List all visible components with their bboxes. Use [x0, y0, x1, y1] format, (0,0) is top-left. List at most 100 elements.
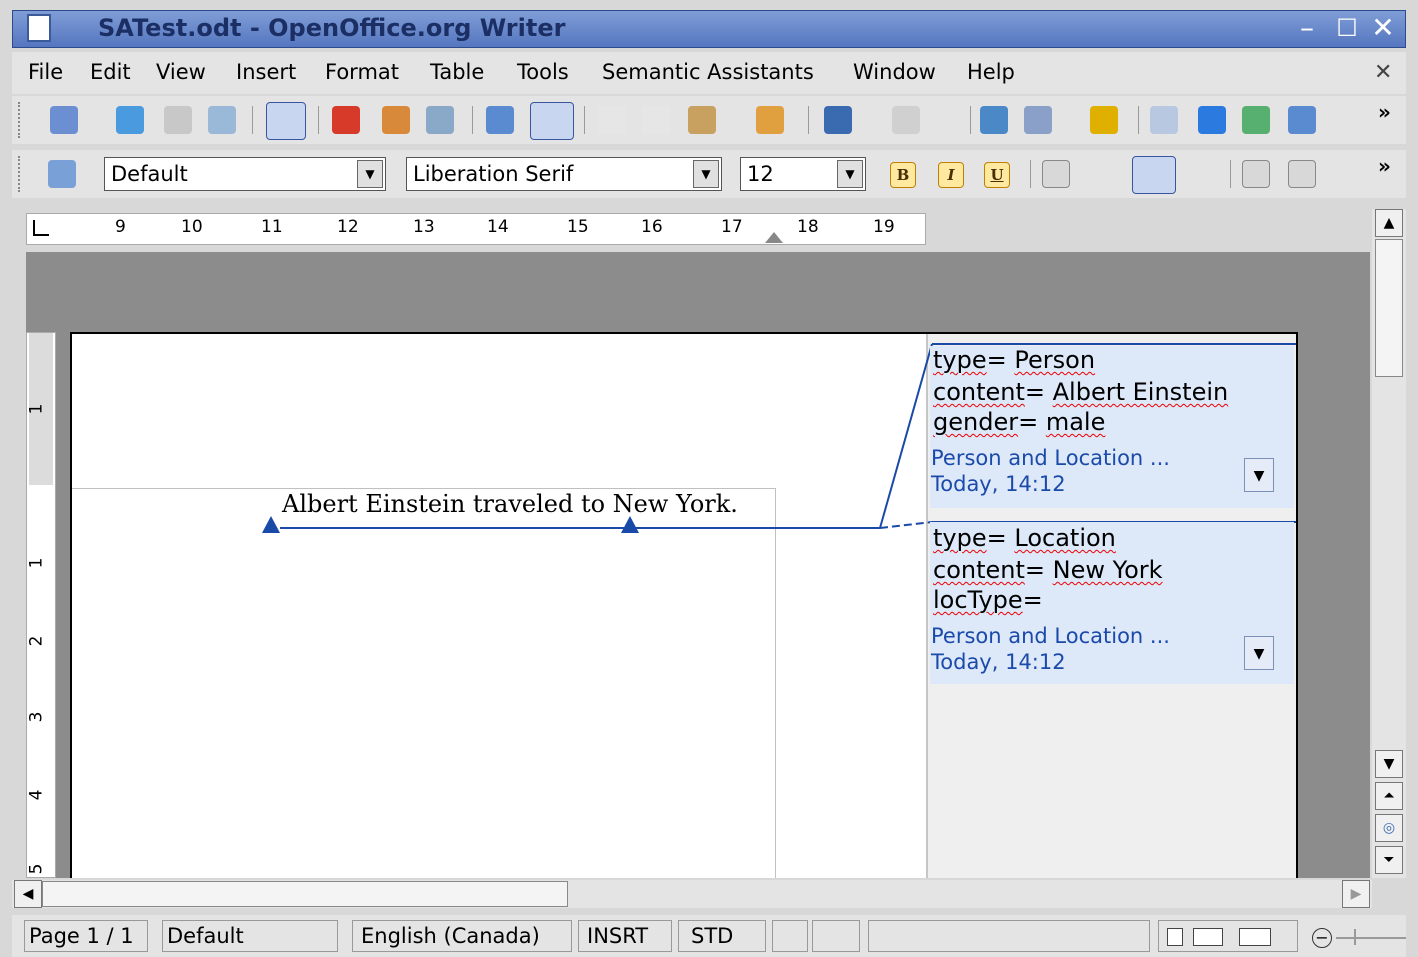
- ruler-number: 14: [487, 217, 509, 237]
- toolbar-separator: [808, 106, 809, 134]
- justify-icon[interactable]: [1184, 160, 1212, 188]
- edit-file-icon[interactable]: [266, 102, 306, 140]
- tab-stop-icon[interactable]: [33, 220, 49, 236]
- paste-icon[interactable]: [688, 106, 716, 134]
- page-preview-icon[interactable]: [426, 106, 454, 134]
- align-right-icon[interactable]: [1132, 156, 1176, 194]
- single-page-view-icon[interactable]: [1167, 928, 1183, 946]
- comment-menu-button[interactable]: ▼: [1244, 636, 1274, 670]
- find-replace-icon[interactable]: [1150, 106, 1178, 134]
- menu-semantic-assistants[interactable]: Semantic Assistants: [602, 60, 814, 84]
- close-document-icon[interactable]: ✕: [1374, 60, 1392, 85]
- chevron-down-icon[interactable]: ▼: [693, 160, 719, 188]
- menu-view[interactable]: View: [156, 60, 206, 84]
- menu-table[interactable]: Table: [430, 60, 484, 84]
- save-icon[interactable]: [164, 106, 192, 134]
- close-window-button[interactable]: ✕: [1367, 13, 1399, 43]
- menu-file[interactable]: File: [28, 60, 63, 84]
- vertical-scrollbar[interactable]: ▲ ▼ ⏶ ◎ ⏷: [1372, 209, 1406, 878]
- menu-format[interactable]: Format: [325, 60, 399, 84]
- view-layout[interactable]: [1158, 920, 1298, 952]
- right-indent-marker-icon[interactable]: [765, 232, 783, 243]
- chevron-down-icon[interactable]: ▼: [357, 160, 383, 188]
- previous-page-icon[interactable]: ⏶: [1375, 782, 1403, 810]
- navigation-icon[interactable]: ◎: [1375, 814, 1403, 842]
- italic-button[interactable]: I: [938, 162, 964, 188]
- toolbar-grip[interactable]: [18, 102, 26, 138]
- hyperlink-icon[interactable]: [980, 106, 1008, 134]
- zoom-out-icon[interactable]: −: [1312, 928, 1332, 948]
- align-left-icon[interactable]: [1042, 160, 1070, 188]
- spellcheck-icon[interactable]: [486, 106, 514, 134]
- comment-author: Person and Location ...: [931, 446, 1170, 470]
- show-draw-functions-icon[interactable]: [1090, 106, 1118, 134]
- toolbar-overflow-icon[interactable]: »: [1378, 154, 1391, 178]
- comment-line: content= New York: [933, 556, 1163, 584]
- window-title: SATest.odt - OpenOffice.org Writer: [98, 14, 566, 42]
- zoom-slider[interactable]: [1336, 937, 1406, 939]
- maximize-button[interactable]: ☐: [1331, 13, 1363, 43]
- table-icon[interactable]: [1024, 106, 1052, 134]
- comment-date: Today, 14:12: [931, 472, 1066, 496]
- bullets-icon[interactable]: [1288, 160, 1316, 188]
- ruler-number: 16: [641, 217, 663, 237]
- toolbar-grip[interactable]: [18, 156, 26, 192]
- next-page-icon[interactable]: ⏷: [1375, 846, 1403, 874]
- scrollbar-thumb[interactable]: [1375, 239, 1403, 377]
- copy-icon[interactable]: [642, 106, 670, 134]
- font-name-combo[interactable]: Liberation Serif ▼: [406, 157, 722, 191]
- cut-icon[interactable]: [598, 106, 626, 134]
- selection-mode[interactable]: STD: [678, 920, 766, 952]
- multi-page-view-icon[interactable]: [1193, 928, 1223, 946]
- page-indicator[interactable]: Page 1 / 1: [24, 920, 148, 952]
- menu-edit[interactable]: Edit: [90, 60, 131, 84]
- email-document-icon[interactable]: [208, 106, 236, 134]
- vertical-ruler[interactable]: 1 1 2 3 4 5: [26, 332, 56, 878]
- scroll-down-icon[interactable]: ▼: [1375, 750, 1403, 778]
- menu-bar: File Edit View Insert Format Table Tools…: [12, 52, 1406, 94]
- menu-help[interactable]: Help: [967, 60, 1015, 84]
- minimize-button[interactable]: –: [1291, 13, 1323, 43]
- new-document-icon[interactable]: [50, 106, 78, 134]
- menu-insert[interactable]: Insert: [236, 60, 296, 84]
- scroll-up-icon[interactable]: ▲: [1375, 209, 1403, 237]
- font-size-combo[interactable]: 12 ▼: [740, 157, 866, 191]
- ruler-number: 11: [261, 217, 283, 237]
- book-view-icon[interactable]: [1239, 928, 1271, 946]
- scroll-left-icon[interactable]: ◀: [14, 880, 42, 908]
- horizontal-ruler[interactable]: 9 10 11 12 13 14 15 16 17 18 19: [26, 213, 926, 245]
- language-indicator[interactable]: English (Canada): [352, 920, 572, 952]
- insert-mode[interactable]: INSRT: [578, 920, 672, 952]
- scroll-right-icon[interactable]: ▶: [1342, 880, 1370, 908]
- menu-window[interactable]: Window: [853, 60, 936, 84]
- menu-tools[interactable]: Tools: [517, 60, 569, 84]
- underline-button[interactable]: U: [984, 162, 1010, 188]
- redo-icon[interactable]: [892, 106, 920, 134]
- vertical-ruler-number: 3: [26, 711, 47, 723]
- paragraph-style-combo[interactable]: Default ▼: [104, 157, 386, 191]
- horizontal-scrollbar-thumb[interactable]: [42, 881, 568, 907]
- page-style[interactable]: Default: [162, 920, 338, 952]
- print-icon[interactable]: [382, 106, 410, 134]
- navigator-icon[interactable]: [1198, 106, 1226, 134]
- clone-formatting-icon[interactable]: [756, 106, 784, 134]
- autospellcheck-icon[interactable]: [530, 102, 574, 140]
- align-center-icon[interactable]: [1090, 160, 1118, 188]
- numbering-icon[interactable]: [1242, 160, 1270, 188]
- gallery-icon[interactable]: [1242, 106, 1270, 134]
- toolbar-separator: [318, 106, 319, 134]
- chevron-down-icon[interactable]: ▼: [837, 160, 863, 188]
- undo-icon[interactable]: [824, 106, 852, 134]
- bold-button[interactable]: B: [890, 162, 916, 188]
- open-folder-icon[interactable]: [116, 106, 144, 134]
- horizontal-scrollbar[interactable]: ◀ ▶: [12, 880, 1372, 908]
- toolbar-separator: [472, 106, 473, 134]
- export-pdf-icon[interactable]: [332, 106, 360, 134]
- title-bar: SATest.odt - OpenOffice.org Writer – ☐ ✕: [12, 10, 1406, 48]
- vertical-ruler-number: 4: [26, 789, 47, 801]
- data-sources-icon[interactable]: [1288, 106, 1316, 134]
- comment-menu-button[interactable]: ▼: [1244, 458, 1274, 492]
- styles-formatting-icon[interactable]: [48, 160, 76, 188]
- toolbar-overflow-icon[interactable]: »: [1378, 100, 1391, 124]
- vertical-ruler-number: 1: [26, 557, 47, 569]
